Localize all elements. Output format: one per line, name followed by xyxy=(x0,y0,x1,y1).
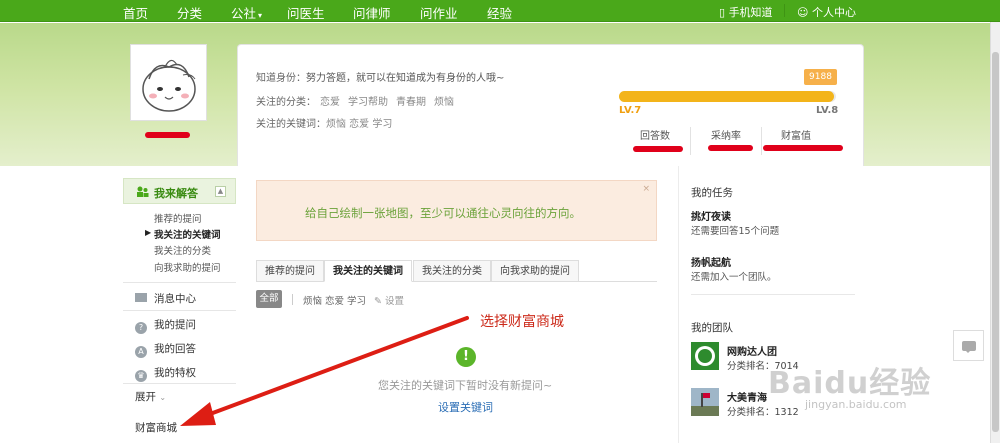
task-description: 还需加入一个团队。 xyxy=(691,272,777,283)
watermark: Baidu经验 xyxy=(768,366,932,401)
team-name[interactable]: 大美青海 xyxy=(727,389,767,404)
set-keywords-link[interactable]: 设置关键词 xyxy=(438,399,493,415)
feedback-button[interactable] xyxy=(953,330,984,361)
chat-bubble-icon xyxy=(962,341,976,353)
task-name[interactable]: 挑灯夜读 xyxy=(691,208,731,223)
watermark-url: jingyan.baidu.com xyxy=(805,398,907,411)
info-icon: ! xyxy=(456,347,476,367)
team-logo-icon[interactable] xyxy=(691,342,719,370)
team-photo-icon[interactable] xyxy=(691,388,719,416)
teams-title: 我的团队 xyxy=(691,322,733,334)
empty-state-text: 您关注的关键词下暂时没有新提问~ xyxy=(378,379,553,392)
team-rank: 分类排名：1312 xyxy=(727,407,799,418)
task-name[interactable]: 扬帆起航 xyxy=(691,254,731,269)
task-description: 还需要回答15个问题 xyxy=(691,226,780,237)
tasks-title: 我的任务 xyxy=(691,187,733,199)
panel-divider xyxy=(691,294,855,295)
team-name[interactable]: 网购达人团 xyxy=(727,343,777,358)
